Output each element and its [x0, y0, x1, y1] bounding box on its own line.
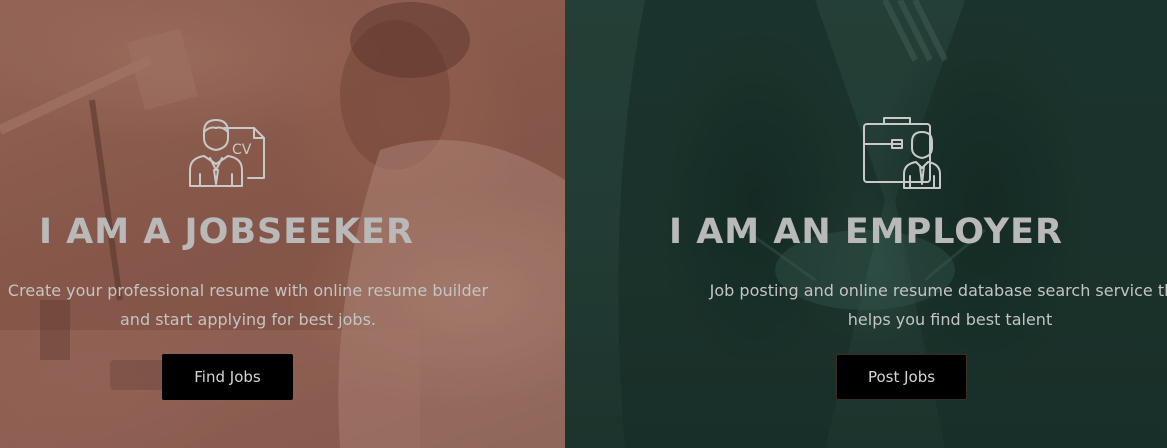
jobseeker-title: I AM A JOBSEEKER — [38, 212, 415, 252]
briefcase-person-icon — [863, 117, 941, 189]
employer-description-line1: Job posting and online resume database s… — [709, 281, 1167, 300]
employer-description: Job posting and online resume database s… — [610, 276, 1167, 334]
svg-text:CV: CV — [232, 142, 252, 158]
find-jobs-button[interactable]: Find Jobs — [162, 354, 293, 400]
role-selection-section: CV I AM A JOBSEEKER Create your professi… — [0, 0, 1167, 448]
cv-person-icon: CV — [189, 119, 265, 187]
employer-title: I AM AN EMPLOYER — [668, 212, 1064, 252]
employer-content: I AM AN EMPLOYER Job posting and online … — [565, 0, 1167, 448]
employer-panel: I AM AN EMPLOYER Job posting and online … — [565, 0, 1167, 448]
jobseeker-description-line2: and start applying for best jobs. — [120, 310, 376, 329]
jobseeker-panel: CV I AM A JOBSEEKER Create your professi… — [0, 0, 565, 448]
employer-description-line2: helps you find best talent — [847, 310, 1053, 329]
jobseeker-description: Create your professional resume with onl… — [0, 276, 565, 334]
post-jobs-button[interactable]: Post Jobs — [836, 354, 967, 400]
jobseeker-content: CV I AM A JOBSEEKER Create your professi… — [0, 0, 565, 448]
jobseeker-description-line1: Create your professional resume with onl… — [7, 281, 489, 300]
